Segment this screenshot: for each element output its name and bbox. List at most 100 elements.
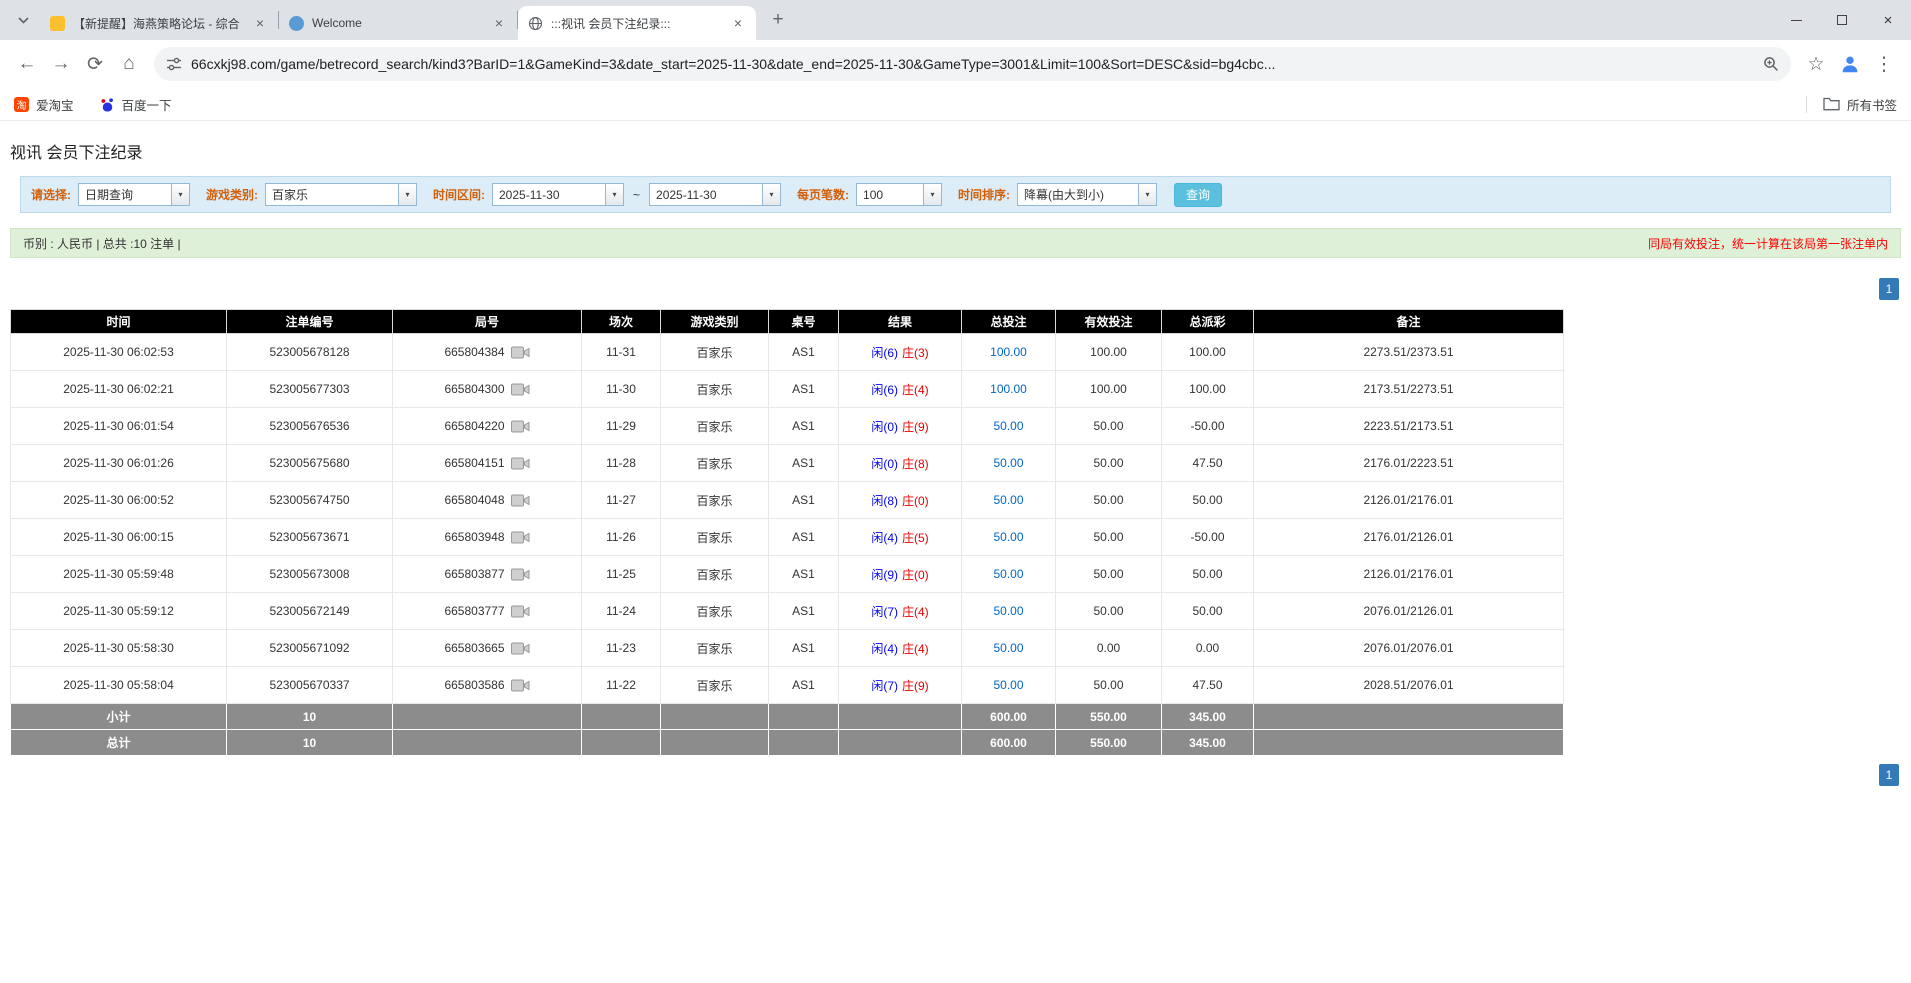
total-bet-link[interactable]: 50.00 [993,530,1023,544]
forum-favicon-icon [50,16,65,31]
total-bet-link[interactable]: 50.00 [993,567,1023,581]
date-start-input[interactable]: 2025-11-30 ▾ [492,183,624,206]
video-replay-icon[interactable] [511,567,530,582]
column-header: 桌号 [769,310,839,334]
tab-close-icon[interactable]: × [252,15,268,31]
round-number: 665804048 [444,493,504,507]
cell-round: 665803877 [393,556,582,593]
column-header: 游戏类别 [661,310,769,334]
chevron-down-icon[interactable]: ▾ [171,184,189,205]
tab-close-icon[interactable]: × [730,15,746,31]
total-bet-link[interactable]: 50.00 [993,419,1023,433]
total-bet-link[interactable]: 100.00 [990,382,1027,396]
all-bookmarks-button[interactable]: 所有书签 [1823,95,1897,114]
cell-payout: 47.50 [1162,667,1254,704]
tab-welcome[interactable]: Welcome × [279,6,517,40]
cell-round: 665804384 [393,334,582,371]
date-end-input[interactable]: 2025-11-30 ▾ [649,183,781,206]
bookmarks-bar: 淘 爱淘宝 百度一下 所有书签 [0,88,1911,121]
date-end-value: 2025-11-30 [650,184,762,205]
address-bar[interactable]: 66cxkj98.com/game/betrecord_search/kind3… [154,47,1791,81]
search-button[interactable]: 查询 [1174,183,1222,207]
zoom-icon[interactable] [1763,56,1779,72]
new-tab-button[interactable]: + [764,6,792,34]
total-bet-link[interactable]: 50.00 [993,641,1023,655]
total-bet-link[interactable]: 100.00 [990,345,1027,359]
cell-bet-id: 523005678128 [227,334,393,371]
reload-button[interactable]: ⟳ [78,47,112,81]
banker-result: 庄(4) [902,383,929,397]
chevron-down-icon[interactable]: ▾ [923,184,941,205]
cell-valid-bet: 50.00 [1056,445,1162,482]
minimize-button[interactable] [1773,0,1819,40]
chevron-down-icon[interactable]: ▾ [605,184,623,205]
total-bet-link[interactable]: 50.00 [993,493,1023,507]
cell-session: 11-24 [582,593,661,630]
tab-close-icon[interactable]: × [491,15,507,31]
browser-menu-icon[interactable]: ⋮ [1867,47,1901,81]
tab-betrecord[interactable]: :::视讯 会员下注纪录::: × [518,6,756,40]
cell-total-bet: 50.00 [962,519,1056,556]
chevron-down-icon[interactable]: ▾ [762,184,780,205]
video-replay-icon[interactable] [511,604,530,619]
range-separator: ~ [633,188,640,202]
bookmark-baidu[interactable]: 百度一下 [100,95,172,114]
cell-payout: 100.00 [1162,334,1254,371]
profile-avatar[interactable] [1833,47,1867,81]
banker-result: 庄(9) [902,679,929,693]
cell-game-type: 百家乐 [661,334,769,371]
bookmark-star-icon[interactable]: ☆ [1799,47,1833,81]
table-row: 2025-11-30 05:58:30523005671092665803665… [11,630,1564,667]
video-replay-icon[interactable] [511,678,530,693]
video-replay-icon[interactable] [511,530,530,545]
records-table: 时间注单编号局号场次游戏类别桌号结果总投注有效投注总派彩备注 2025-11-3… [10,309,1564,756]
video-replay-icon[interactable] [511,419,530,434]
page-1-button[interactable]: 1 [1879,764,1899,786]
summary-row: 小计10600.00550.00345.00 [11,704,1564,730]
total-bet-link[interactable]: 50.00 [993,456,1023,470]
video-replay-icon[interactable] [511,456,530,471]
cell-game-type: 百家乐 [661,519,769,556]
cell-remark: 2176.01/2223.51 [1254,445,1564,482]
cell-result: 闲(4)庄(4) [839,630,962,667]
total-bet-link[interactable]: 50.00 [993,604,1023,618]
cell-table-no: AS1 [769,445,839,482]
cell-time: 2025-11-30 05:59:12 [11,593,227,630]
summary-empty [582,704,661,730]
url-text[interactable]: 66cxkj98.com/game/betrecord_search/kind3… [191,56,1754,72]
tab-search-button[interactable] [10,7,36,33]
cell-bet-id: 523005674750 [227,482,393,519]
home-button[interactable]: ⌂ [112,47,146,81]
query-type-select[interactable]: 日期查询 ▾ [78,183,190,206]
cell-session: 11-22 [582,667,661,704]
tab-forum[interactable]: 【新提醒】海燕策略论坛 - 综合 × [40,6,278,40]
video-replay-icon[interactable] [511,493,530,508]
cell-payout: 47.50 [1162,445,1254,482]
video-replay-icon[interactable] [511,641,530,656]
column-header: 有效投注 [1056,310,1162,334]
summary-empty [393,730,582,756]
chevron-down-icon[interactable]: ▾ [1138,184,1156,205]
sort-select[interactable]: 降幕(由大到小) ▾ [1017,183,1157,206]
forward-button[interactable]: → [44,47,78,81]
bookmark-aitaobao[interactable]: 淘 爱淘宝 [14,95,74,114]
cell-round: 665803777 [393,593,582,630]
chevron-down-icon[interactable]: ▾ [398,184,416,205]
site-settings-icon[interactable] [166,56,182,72]
maximize-button[interactable] [1819,0,1865,40]
video-replay-icon[interactable] [511,382,530,397]
game-type-label: 游戏类别: [206,186,258,203]
cell-table-no: AS1 [769,519,839,556]
video-replay-icon[interactable] [511,345,530,360]
total-bet-link[interactable]: 50.00 [993,678,1023,692]
game-type-select[interactable]: 百家乐 ▾ [265,183,417,206]
page-size-select[interactable]: 100 ▾ [856,183,942,206]
cell-total-bet: 50.00 [962,667,1056,704]
close-window-button[interactable]: × [1865,0,1911,40]
table-row: 2025-11-30 06:00:15523005673671665803948… [11,519,1564,556]
cell-total-bet: 100.00 [962,371,1056,408]
page-1-button[interactable]: 1 [1879,278,1899,300]
cell-remark: 2273.51/2373.51 [1254,334,1564,371]
back-button[interactable]: ← [10,47,44,81]
notice-text: 同局有效投注，统一计算在该局第一张注单内 [1648,235,1888,252]
